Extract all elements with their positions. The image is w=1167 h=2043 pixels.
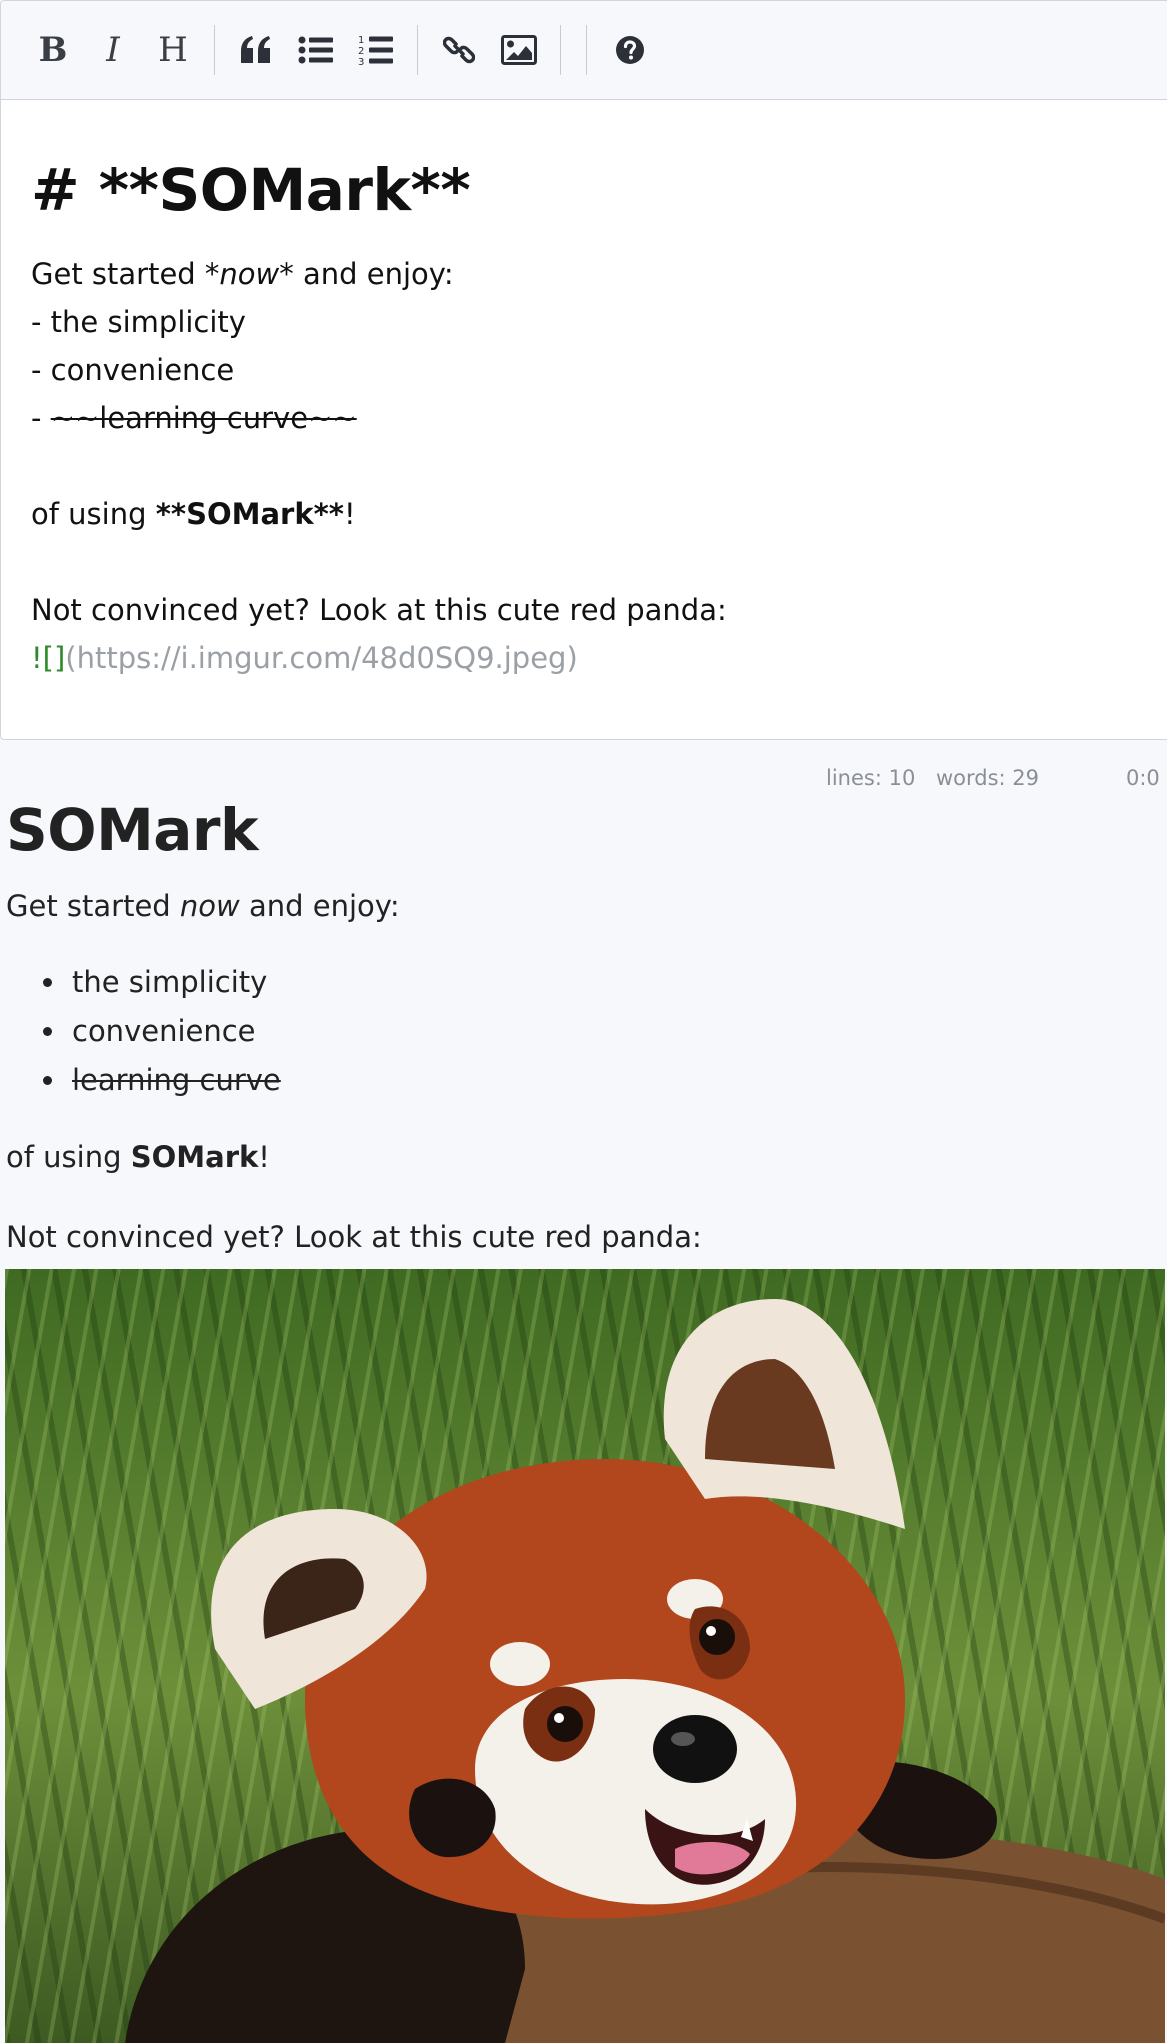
editor-text-area[interactable]: # **SOMark** Get started *now* and enjoy… [1, 100, 1167, 682]
bold-button[interactable]: B [23, 20, 83, 80]
list-item: the simplicity [68, 958, 1166, 1007]
preview-intro: Get started now and enjoy: [6, 889, 400, 923]
editor-line: of using **SOMark**! [31, 497, 356, 531]
italic-button[interactable]: I [83, 20, 143, 80]
help-button[interactable] [600, 20, 660, 80]
editor-blank-line [31, 538, 1154, 586]
word-count: words: 29 [936, 766, 1040, 790]
list-item: convenience [68, 1007, 1166, 1056]
numbered-list-button[interactable]: 1 2 3 [346, 20, 406, 80]
toolbar-divider [214, 25, 215, 75]
link-button[interactable] [429, 20, 489, 80]
preview-panda-text: Not convinced yet? Look at this cute red… [6, 1220, 702, 1254]
red-panda-image [5, 1269, 1165, 2043]
editor-line: ![](https://i.imgur.com/48d0SQ9.jpeg) [31, 641, 578, 675]
markdown-editor[interactable]: B I H 1 2 3 # **SOMark** Get started *no… [0, 0, 1167, 740]
svg-text:3: 3 [358, 57, 364, 67]
cursor-position: 0:0 [1126, 766, 1160, 790]
link-icon [443, 36, 475, 64]
heading-button[interactable]: H [143, 20, 203, 80]
image-icon [501, 35, 537, 65]
editor-line: - convenience [31, 353, 235, 387]
list-item: learning curve [68, 1056, 1166, 1105]
quote-button[interactable] [226, 20, 286, 80]
editor-blank-line [31, 442, 1154, 490]
svg-text:1: 1 [358, 35, 364, 46]
toolbar-divider [417, 25, 418, 75]
editor-line: Get started *now* and enjoy: [31, 257, 454, 291]
help-icon [616, 36, 644, 64]
red-panda-illustration [125, 1299, 1165, 2043]
preview-title: SOMark [6, 796, 259, 864]
bullet-list-icon [298, 36, 333, 64]
quote-icon [241, 36, 270, 63]
editor-line: - the simplicity [31, 305, 246, 339]
editor-line: Not convinced yet? Look at this cute red… [31, 593, 727, 627]
markdown-preview: SOMark Get started now and enjoy: the si… [6, 790, 1166, 1257]
numbered-list-icon: 1 2 3 [358, 35, 393, 67]
toolbar-divider [560, 25, 561, 75]
line-count: lines: 10 [826, 766, 916, 790]
svg-text:2: 2 [358, 46, 364, 57]
preview-using: of using SOMark! [6, 1140, 270, 1174]
editor-line: - ~~learning curve~~ [31, 401, 357, 435]
image-button[interactable] [489, 20, 549, 80]
toolbar-divider [586, 25, 587, 75]
preview-list: the simplicity convenience learning curv… [6, 958, 1166, 1105]
bullet-list-button[interactable] [286, 20, 346, 80]
editor-heading-line: # **SOMark** [31, 156, 471, 224]
editor-toolbar: B I H 1 2 3 [1, 1, 1167, 100]
